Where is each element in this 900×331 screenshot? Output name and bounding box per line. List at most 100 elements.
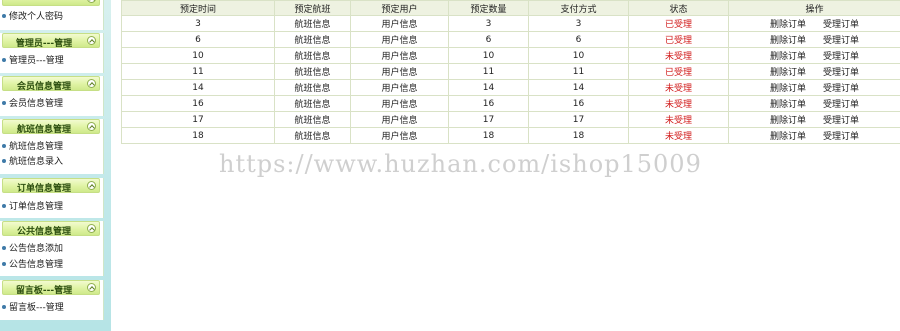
- sidebar-header-guestbook[interactable]: 留言板---管理: [2, 280, 100, 296]
- table-row: 10 航班信息 用户信息 10 10 未受理 删除订单 受理订单: [121, 47, 900, 64]
- table-row: 6 航班信息 用户信息 6 6 已受理 删除订单 受理订单: [121, 31, 900, 48]
- cell-flight-link[interactable]: 航班信息: [274, 47, 351, 64]
- cell-status: 已受理: [628, 15, 729, 32]
- cell-time: 17: [121, 111, 275, 128]
- table-row: 18 航班信息 用户信息 18 18 未受理 删除订单 受理订单: [121, 127, 900, 144]
- cell-user-link[interactable]: 用户信息: [350, 111, 449, 128]
- cell-actions: 删除订单 受理订单: [728, 47, 900, 64]
- col-header-status: 状态: [628, 0, 729, 16]
- cell-user-link[interactable]: 用户信息: [350, 15, 449, 32]
- cell-user-link[interactable]: 用户信息: [350, 31, 449, 48]
- delete-order-link[interactable]: 删除订单: [770, 97, 806, 110]
- sidebar-item-member-manage[interactable]: 会员信息管理: [2, 98, 63, 110]
- chevron-up-icon[interactable]: [87, 181, 96, 190]
- cell-payment: 14: [528, 79, 629, 96]
- cell-time: 6: [121, 31, 275, 48]
- table-row: 16 航班信息 用户信息 16 16 未受理 删除订单 受理订单: [121, 95, 900, 112]
- sidebar-header-flights[interactable]: 航班信息管理: [2, 119, 100, 135]
- accept-order-link[interactable]: 受理订单: [823, 33, 859, 46]
- table-row: 17 航班信息 用户信息 17 17 未受理 删除订单 受理订单: [121, 111, 900, 128]
- accept-order-link[interactable]: 受理订单: [823, 49, 859, 62]
- delete-order-link[interactable]: 删除订单: [770, 113, 806, 126]
- chevron-up-icon[interactable]: [87, 224, 96, 233]
- sidebar-item-guestbook-manage[interactable]: 留言板---管理: [2, 302, 64, 314]
- cell-flight-link[interactable]: 航班信息: [274, 127, 351, 144]
- delete-order-link[interactable]: 删除订单: [770, 33, 806, 46]
- cell-user-link[interactable]: 用户信息: [350, 79, 449, 96]
- table-row: 14 航班信息 用户信息 14 14 未受理 删除订单 受理订单: [121, 79, 900, 96]
- cell-payment: 3: [528, 15, 629, 32]
- cell-payment: 18: [528, 127, 629, 144]
- cell-user-link[interactable]: 用户信息: [350, 63, 449, 80]
- chevron-up-icon[interactable]: [87, 283, 96, 292]
- table-row: 3 航班信息 用户信息 3 3 已受理 删除订单 受理订单: [121, 15, 900, 32]
- orders-panel: 预定时间 预定航班 预定用户 预定数量 支付方式 状态 操作 3 航班信息 用户…: [121, 0, 900, 144]
- cell-flight-link[interactable]: 航班信息: [274, 31, 351, 48]
- col-header-flight: 预定航班: [274, 0, 351, 16]
- chevron-up-icon[interactable]: [87, 79, 96, 88]
- chevron-up-icon[interactable]: [87, 0, 96, 3]
- sidebar-item-flight-manage[interactable]: 航班信息管理: [2, 141, 63, 153]
- bullet-icon: [2, 245, 6, 250]
- cell-payment: 6: [528, 31, 629, 48]
- cell-status: 已受理: [628, 31, 729, 48]
- sidebar: 修改个人密码 管理员---管理 管理员---管理 会员信息管理 会员信息管理 航…: [0, 0, 111, 331]
- orders-table: 预定时间 预定航班 预定用户 预定数量 支付方式 状态 操作 3 航班信息 用户…: [121, 0, 900, 144]
- sidebar-panel-notices: 公共信息管理 公告信息添加 公告信息管理: [0, 221, 104, 276]
- accept-order-link[interactable]: 受理订单: [823, 17, 859, 30]
- cell-flight-link[interactable]: 航班信息: [274, 111, 351, 128]
- cell-flight-link[interactable]: 航班信息: [274, 79, 351, 96]
- sidebar-header-members[interactable]: 会员信息管理: [2, 76, 100, 92]
- delete-order-link[interactable]: 删除订单: [770, 49, 806, 62]
- cell-status: 未受理: [628, 95, 729, 112]
- sidebar-header-admin[interactable]: 管理员---管理: [2, 33, 100, 49]
- sidebar-item-flight-entry[interactable]: 航班信息录入: [2, 156, 63, 168]
- delete-order-link[interactable]: 删除订单: [770, 81, 806, 94]
- accept-order-link[interactable]: 受理订单: [823, 129, 859, 142]
- accept-order-link[interactable]: 受理订单: [823, 81, 859, 94]
- cell-flight-link[interactable]: 航班信息: [274, 15, 351, 32]
- delete-order-link[interactable]: 删除订单: [770, 65, 806, 78]
- cell-time: 11: [121, 63, 275, 80]
- sidebar-item-notice-manage[interactable]: 公告信息管理: [2, 259, 63, 271]
- accept-order-link[interactable]: 受理订单: [823, 65, 859, 78]
- cell-user-link[interactable]: 用户信息: [350, 47, 449, 64]
- accept-order-link[interactable]: 受理订单: [823, 113, 859, 126]
- accept-order-link[interactable]: 受理订单: [823, 97, 859, 110]
- cell-time: 18: [121, 127, 275, 144]
- cell-quantity: 11: [448, 63, 529, 80]
- table-row: 11 航班信息 用户信息 11 11 已受理 删除订单 受理订单: [121, 63, 900, 80]
- cell-time: 16: [121, 95, 275, 112]
- chevron-up-icon[interactable]: [87, 36, 96, 45]
- col-header-payment: 支付方式: [528, 0, 629, 16]
- cell-user-link[interactable]: 用户信息: [350, 127, 449, 144]
- delete-order-link[interactable]: 删除订单: [770, 17, 806, 30]
- sidebar-item-change-password[interactable]: 修改个人密码: [2, 11, 63, 23]
- cell-actions: 删除订单 受理订单: [728, 127, 900, 144]
- cell-quantity: 14: [448, 79, 529, 96]
- sidebar-header-personal[interactable]: [2, 0, 100, 6]
- sidebar-item-admin-manage[interactable]: 管理员---管理: [2, 55, 64, 67]
- sidebar-item-notice-add[interactable]: 公告信息添加: [2, 243, 63, 255]
- cell-time: 14: [121, 79, 275, 96]
- cell-time: 3: [121, 15, 275, 32]
- sidebar-header-notices[interactable]: 公共信息管理: [2, 221, 100, 237]
- cell-quantity: 16: [448, 95, 529, 112]
- sidebar-panel-guestbook: 留言板---管理 留言板---管理: [0, 280, 104, 320]
- cell-quantity: 6: [448, 31, 529, 48]
- cell-flight-link[interactable]: 航班信息: [274, 95, 351, 112]
- cell-actions: 删除订单 受理订单: [728, 63, 900, 80]
- cell-payment: 16: [528, 95, 629, 112]
- cell-payment: 11: [528, 63, 629, 80]
- cell-user-link[interactable]: 用户信息: [350, 95, 449, 112]
- chevron-up-icon[interactable]: [87, 122, 96, 131]
- sidebar-item-order-manage[interactable]: 订单信息管理: [2, 201, 63, 213]
- sidebar-header-orders[interactable]: 订单信息管理: [2, 178, 100, 194]
- delete-order-link[interactable]: 删除订单: [770, 129, 806, 142]
- cell-flight-link[interactable]: 航班信息: [274, 63, 351, 80]
- cell-actions: 删除订单 受理订单: [728, 15, 900, 32]
- cell-quantity: 18: [448, 127, 529, 144]
- cell-status: 未受理: [628, 47, 729, 64]
- table-header-row: 预定时间 预定航班 预定用户 预定数量 支付方式 状态 操作: [121, 0, 900, 16]
- bullet-icon: [2, 158, 6, 163]
